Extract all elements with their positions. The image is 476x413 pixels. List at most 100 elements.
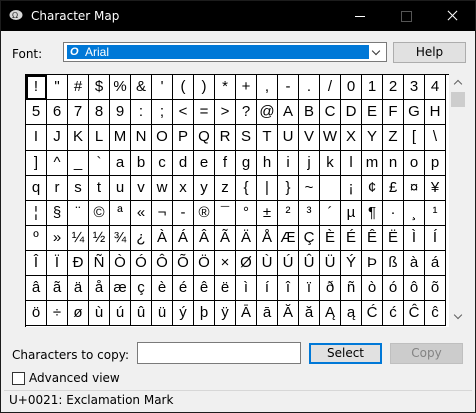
char-cell[interactable]: * <box>215 75 236 100</box>
char-cell[interactable]: 8 <box>89 100 110 125</box>
char-cell[interactable]: Ê <box>362 226 383 251</box>
char-cell[interactable]: Q <box>194 125 215 151</box>
char-cell[interactable]: ¶ <box>362 201 383 226</box>
char-cell[interactable]: © <box>89 201 110 226</box>
char-cell[interactable]: | <box>257 176 278 201</box>
char-cell[interactable]: Ĉ <box>404 301 425 326</box>
char-cell[interactable]: É <box>341 226 362 251</box>
char-cell[interactable]: â <box>26 276 47 301</box>
char-cell[interactable]: w <box>152 176 173 201</box>
char-cell[interactable]: } <box>278 176 299 201</box>
char-cell[interactable]: Ä <box>236 226 257 251</box>
char-cell[interactable]: Þ <box>362 251 383 276</box>
char-cell[interactable]: ü <box>152 301 173 326</box>
char-cell[interactable]: 6 <box>47 100 68 125</box>
char-cell[interactable]: ā <box>257 301 278 326</box>
scroll-thumb[interactable] <box>451 92 465 107</box>
char-cell[interactable]: ö <box>26 301 47 326</box>
char-cell[interactable]: @ <box>257 100 278 125</box>
char-cell[interactable]: u <box>110 176 131 201</box>
char-cell[interactable]: ô <box>404 276 425 301</box>
char-cell[interactable]: - <box>173 201 194 226</box>
char-cell[interactable]: [ <box>404 125 425 151</box>
char-cell[interactable]: P <box>173 125 194 151</box>
grid-scrollbar[interactable] <box>449 74 467 326</box>
char-cell[interactable]: ß <box>383 251 404 276</box>
char-cell[interactable]: ÿ <box>215 301 236 326</box>
char-cell[interactable]: ç <box>131 276 152 301</box>
char-cell[interactable]: ¿ <box>131 226 152 251</box>
char-cell[interactable]: j <box>299 151 320 176</box>
char-cell[interactable]: ĉ <box>425 301 446 326</box>
char-cell[interactable]: Ă <box>278 301 299 326</box>
char-cell[interactable]: U <box>278 125 299 151</box>
char-cell[interactable]: ! <box>26 75 47 100</box>
char-cell[interactable]: N <box>131 125 152 151</box>
characters-to-copy-input[interactable] <box>137 342 301 364</box>
char-cell[interactable]: À <box>152 226 173 251</box>
char-cell[interactable]: + <box>236 75 257 100</box>
char-cell[interactable]: Ç <box>299 226 320 251</box>
help-button[interactable]: Help <box>393 42 466 63</box>
char-cell[interactable]: F <box>383 100 404 125</box>
char-cell[interactable]: d <box>173 151 194 176</box>
char-cell[interactable]: Ô <box>152 251 173 276</box>
char-cell[interactable]: 3 <box>404 75 425 100</box>
char-cell[interactable]: , <box>257 75 278 100</box>
char-cell[interactable]: ± <box>257 201 278 226</box>
char-cell[interactable]: o <box>404 151 425 176</box>
char-cell[interactable]: - <box>278 75 299 100</box>
char-cell[interactable]: v <box>131 176 152 201</box>
char-cell[interactable]: ø <box>68 301 89 326</box>
char-cell[interactable]: « <box>131 201 152 226</box>
char-cell[interactable]: Ð <box>68 251 89 276</box>
char-cell[interactable]: ] <box>26 151 47 176</box>
char-cell[interactable]: ć <box>383 301 404 326</box>
char-cell[interactable]: Ó <box>131 251 152 276</box>
char-cell[interactable]: È <box>320 226 341 251</box>
character-grid[interactable]: ! " # $% & '() * +, -./0 1 2 3 4 5 6 7 8 9:; < = >? @ A B C D E F G H… <box>25 74 449 327</box>
char-cell[interactable]: 9 <box>110 100 131 125</box>
char-cell[interactable]: Y <box>362 125 383 151</box>
char-cell[interactable]: æ <box>110 276 131 301</box>
char-cell[interactable]: Û <box>299 251 320 276</box>
char-cell[interactable]: ă <box>299 301 320 326</box>
char-cell[interactable]: ë <box>215 276 236 301</box>
char-cell[interactable]: M <box>110 125 131 151</box>
char-cell[interactable]: ÷ <box>47 301 68 326</box>
char-cell[interactable]: Î <box>26 251 47 276</box>
char-cell[interactable]: q <box>26 176 47 201</box>
char-cell[interactable]: b <box>131 151 152 176</box>
char-cell[interactable]: Õ <box>173 251 194 276</box>
char-cell[interactable]: ã <box>47 276 68 301</box>
advanced-view-label[interactable]: Advanced view <box>29 371 120 385</box>
char-cell[interactable]: ° <box>236 201 257 226</box>
char-cell[interactable]: c <box>152 151 173 176</box>
char-cell[interactable]: · <box>383 201 404 226</box>
char-cell[interactable]: y <box>194 176 215 201</box>
char-cell[interactable]: ð <box>320 276 341 301</box>
char-cell[interactable]: p <box>425 151 446 176</box>
char-cell[interactable]: Ú <box>278 251 299 276</box>
char-cell[interactable]: 5 <box>26 100 47 125</box>
char-cell[interactable]: ï <box>299 276 320 301</box>
char-cell[interactable]: ' <box>152 75 173 100</box>
char-cell[interactable]: è <box>152 276 173 301</box>
char-cell[interactable]: ¾ <box>110 226 131 251</box>
char-cell[interactable]: L <box>89 125 110 151</box>
char-cell[interactable]: £ <box>383 176 404 201</box>
char-cell[interactable]: á <box>425 251 446 276</box>
char-cell[interactable]: ½ <box>89 226 110 251</box>
char-cell[interactable]: ^ <box>47 151 68 176</box>
char-cell[interactable]: Ā <box>236 301 257 326</box>
char-cell[interactable]: $ <box>89 75 110 100</box>
char-cell[interactable]: X <box>341 125 362 151</box>
char-cell[interactable]: Æ <box>278 226 299 251</box>
char-cell[interactable]: × <box>215 251 236 276</box>
char-cell[interactable]: å <box>89 276 110 301</box>
char-cell[interactable]: ò <box>362 276 383 301</box>
char-cell[interactable]: ) <box>194 75 215 100</box>
char-cell[interactable]: / <box>320 75 341 100</box>
char-cell[interactable]: G <box>404 100 425 125</box>
char-cell[interactable]: _ <box>68 151 89 176</box>
